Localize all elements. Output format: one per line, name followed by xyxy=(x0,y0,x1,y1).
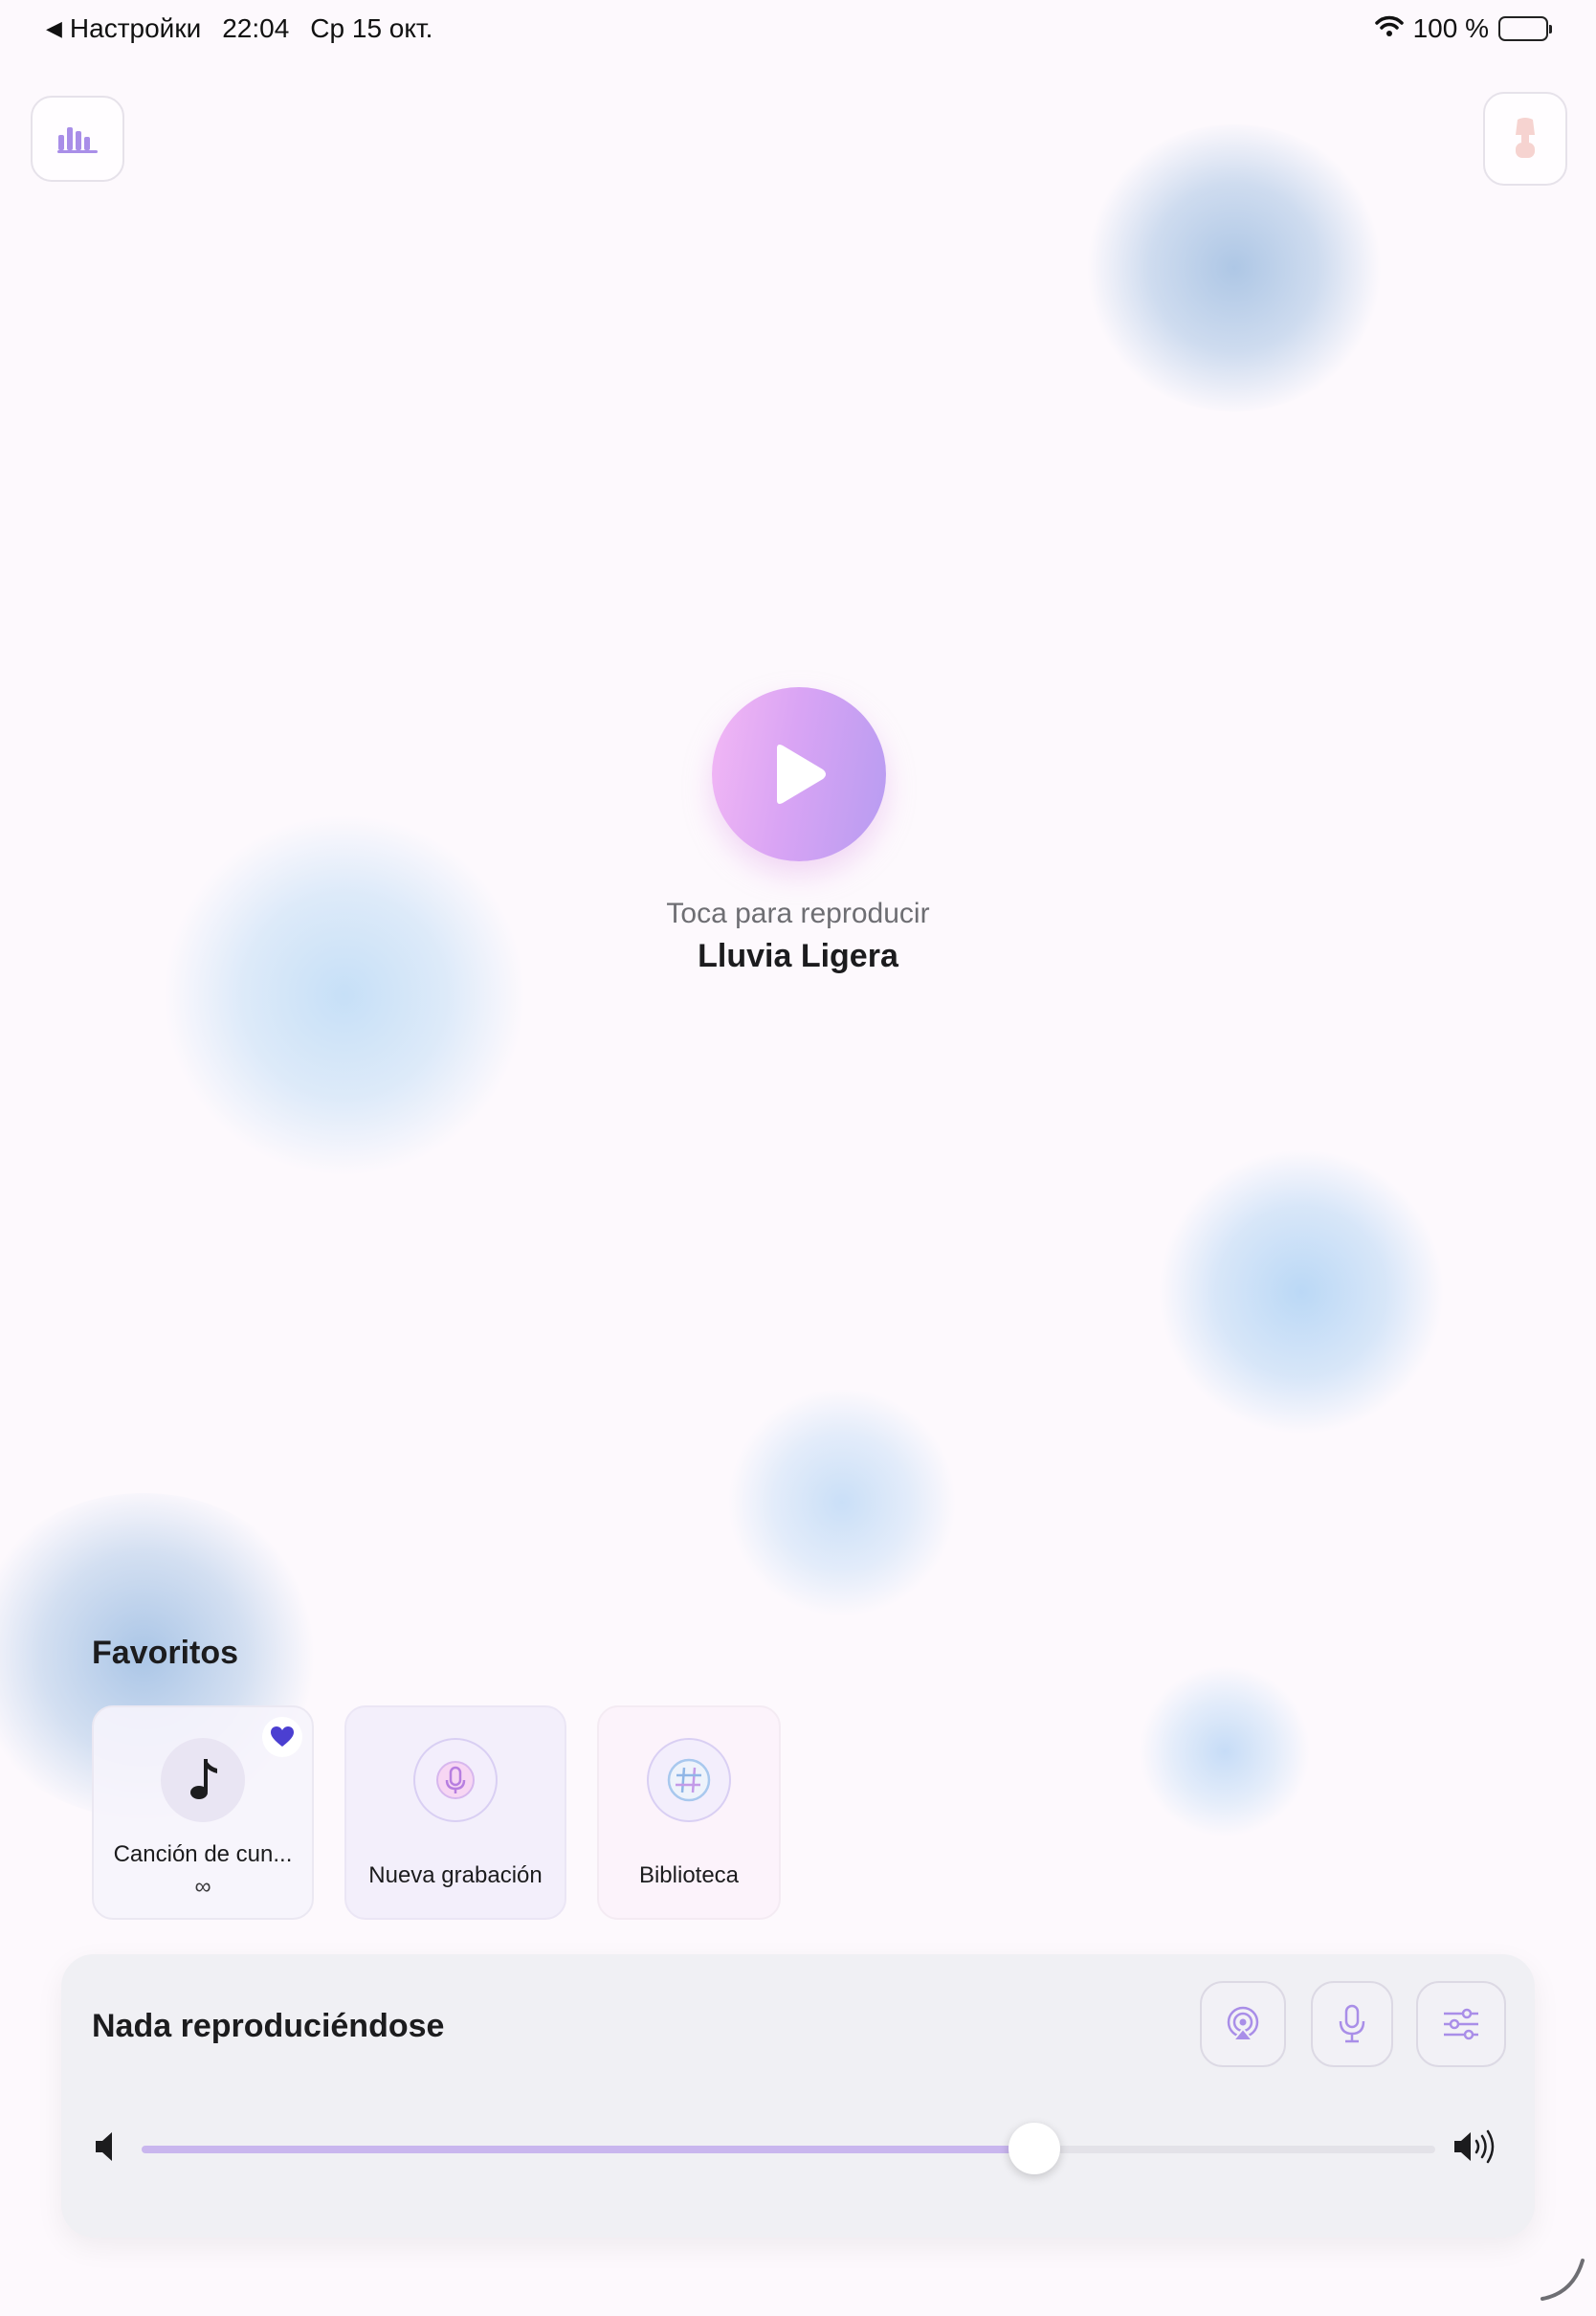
card-label: Biblioteca xyxy=(638,1862,740,1888)
status-time: 22:04 xyxy=(222,13,290,43)
background-blob xyxy=(1158,1148,1445,1436)
music-note-icon xyxy=(161,1738,245,1822)
card-label: Nueva grabación xyxy=(368,1862,543,1888)
status-bar: ◀ Настройки 22:04 Ср 15 окт. 100 % xyxy=(0,0,1596,61)
resize-handle-icon xyxy=(1539,2255,1586,2307)
sliders-icon xyxy=(1444,2008,1478,2040)
volume-slider-fill xyxy=(142,2146,1034,2153)
stats-button[interactable] xyxy=(31,96,124,182)
card-label: Canción de cun... xyxy=(113,1841,293,1867)
lamp-icon xyxy=(1516,118,1535,158)
airplay-button[interactable] xyxy=(1200,1981,1286,2067)
wifi-icon xyxy=(1374,13,1404,44)
play-icon xyxy=(777,745,826,804)
microphone-icon xyxy=(413,1738,498,1822)
favorites-title: Favoritos xyxy=(92,1635,239,1671)
microphone-button[interactable] xyxy=(1311,1981,1393,2067)
now-playing-title: Nada reproduciéndose xyxy=(92,2008,445,2044)
airplay-icon xyxy=(1227,2006,1259,2041)
hashtag-icon xyxy=(647,1738,731,1822)
background-blob xyxy=(163,813,526,1177)
back-to-app[interactable]: ◀ Настройки 22:04 Ср 15 окт. xyxy=(46,13,432,44)
play-button[interactable] xyxy=(712,687,886,861)
tap-to-play-label: Toca para reproducir xyxy=(666,898,930,929)
lamp-button[interactable] xyxy=(1483,92,1567,186)
back-arrow-icon: ◀ xyxy=(46,16,62,40)
favorite-card-library[interactable]: Biblioteca xyxy=(597,1705,781,1920)
volume-slider-thumb[interactable] xyxy=(1008,2123,1060,2174)
battery-percent: 100 % xyxy=(1412,13,1489,43)
favorite-card-lullaby[interactable]: Canción de cun... ∞ xyxy=(92,1705,314,1920)
chart-bars-icon xyxy=(57,127,98,153)
now-playing-panel: Nada reproduciéndose xyxy=(61,1954,1535,2238)
mixer-settings-button[interactable] xyxy=(1416,1981,1506,2067)
status-date: Ср 15 окт. xyxy=(310,13,433,43)
loop-infinity-label: ∞ xyxy=(194,1874,211,1900)
app-screen: ◀ Настройки 22:04 Ср 15 окт. 100 % Toca … xyxy=(0,0,1596,2316)
background-blob xyxy=(727,1388,957,1617)
volume-high-icon xyxy=(1452,2128,1500,2170)
sound-title: Lluvia Ligera xyxy=(698,938,898,974)
favorite-card-new-recording[interactable]: Nueva grabación xyxy=(344,1705,566,1920)
volume-low-icon xyxy=(94,2130,119,2168)
background-blob xyxy=(1081,124,1387,412)
battery-icon xyxy=(1498,16,1552,41)
heart-icon xyxy=(262,1717,302,1757)
background-blob xyxy=(1139,1665,1311,1837)
microphone-icon xyxy=(1339,2004,1365,2043)
back-app-label: Настройки xyxy=(69,13,202,43)
volume-slider[interactable] xyxy=(142,2146,1435,2153)
